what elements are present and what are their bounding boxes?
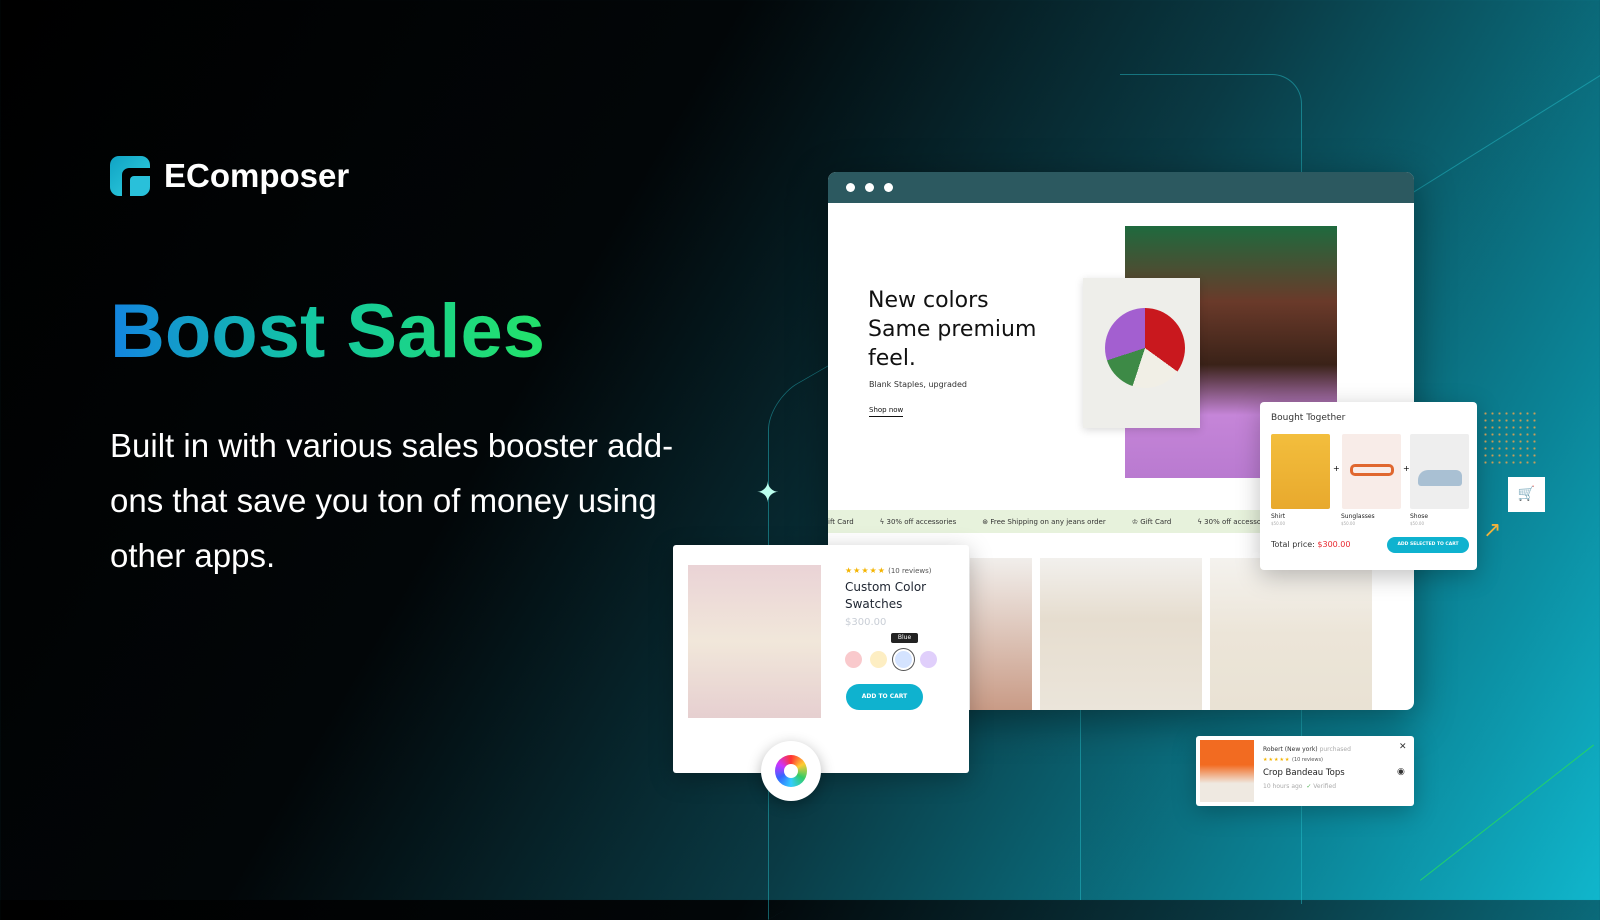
product-photo <box>1210 558 1372 710</box>
item-price: $50.00 <box>1271 521 1285 526</box>
time-verified: 10 hours ago ✓ Verified <box>1263 783 1337 790</box>
item-photo-sunglasses[interactable] <box>1342 434 1401 509</box>
purchase-notification: Robert (New york) purchased ★★★★★ (10 re… <box>1196 736 1414 806</box>
color-swatch[interactable] <box>845 651 862 668</box>
item-photo-shirt[interactable] <box>1271 434 1330 509</box>
hero-title: New colors Same premium feel. <box>868 286 1036 373</box>
hero-title-line: Same premium <box>868 317 1037 342</box>
product-photo <box>688 565 821 718</box>
product-photo <box>1200 740 1254 802</box>
plus-icon: + <box>1403 464 1410 473</box>
rating: ★★★★★ (10 reviews) <box>845 566 932 575</box>
item-price: $50.00 <box>1341 521 1355 526</box>
announcement-item: ⊛ Free Shipping on any jeans order <box>982 517 1106 526</box>
cart-icon-button[interactable]: 🛒 <box>1508 477 1545 512</box>
product-title: Custom Color Swatches <box>845 580 927 611</box>
window-dot <box>884 183 893 192</box>
bought-together-card: Bought Together + + Shirt $50.00 Sunglas… <box>1260 402 1477 570</box>
close-icon[interactable]: ✕ <box>1399 742 1407 752</box>
hero-title-line: feel. <box>868 346 916 371</box>
product-price: $300.00 <box>845 617 887 628</box>
swatch-tooltip: Blue <box>891 633 918 643</box>
shop-now-link[interactable]: Shop now <box>869 406 904 417</box>
item-name: Sunglasses <box>1341 513 1375 520</box>
swatch-product-card: ★★★★★ (10 reviews) Custom Color Swatches … <box>673 545 969 773</box>
headline: Boost Sales <box>110 289 546 374</box>
window-titlebar <box>828 172 1414 203</box>
item-price: $50.00 <box>1410 521 1424 526</box>
color-swatch[interactable] <box>870 651 887 668</box>
arrow-squiggle-icon: ↗ <box>1483 518 1502 543</box>
item-photo-shoes[interactable] <box>1410 434 1469 509</box>
sparkle-icon: ✦ <box>756 476 780 509</box>
total-price: Total price: $300.00 <box>1271 540 1351 549</box>
bought-together-title: Bought Together <box>1271 413 1346 423</box>
color-swatch[interactable] <box>920 651 937 668</box>
color-wheel-icon <box>761 741 821 801</box>
announcement-item: ϟ 30% off accessories <box>879 517 957 526</box>
color-swatch[interactable] <box>895 651 912 668</box>
product-name: Crop Bandeau Tops <box>1263 768 1345 778</box>
item-name: Shose <box>1410 513 1429 520</box>
eye-icon[interactable]: ◉ <box>1397 767 1405 777</box>
hero-subtitle: Blank Staples, upgraded <box>869 380 967 389</box>
add-selected-to-cart-button[interactable]: ADD SELECTED TO CART <box>1387 537 1469 553</box>
brand-logo: EComposer <box>110 156 349 196</box>
rating: ★★★★★ (10 reviews) <box>1263 757 1324 763</box>
decor-line <box>1420 744 1594 881</box>
dot-grid <box>1482 410 1537 465</box>
window-dot <box>846 183 855 192</box>
window-dot <box>865 183 874 192</box>
decor-line <box>1400 62 1600 201</box>
buyer-text: Robert (New york) purchased <box>1263 746 1351 753</box>
item-name: Shirt <box>1271 513 1286 520</box>
announcement-item: ift Card <box>828 517 854 526</box>
hero-title-line: New colors <box>868 288 989 313</box>
swatch-list <box>845 651 937 668</box>
brand-name: EComposer <box>164 157 350 194</box>
product-photo <box>970 558 1032 710</box>
description: Built in with various sales booster add-… <box>110 427 674 574</box>
announcement-item: ♔ Gift Card <box>1131 517 1172 526</box>
product-photo <box>1040 558 1202 710</box>
logo-icon <box>110 156 150 196</box>
beanie-photo <box>1083 278 1200 428</box>
plus-icon: + <box>1333 464 1340 473</box>
add-to-cart-button[interactable]: ADD TO CART <box>846 684 923 710</box>
